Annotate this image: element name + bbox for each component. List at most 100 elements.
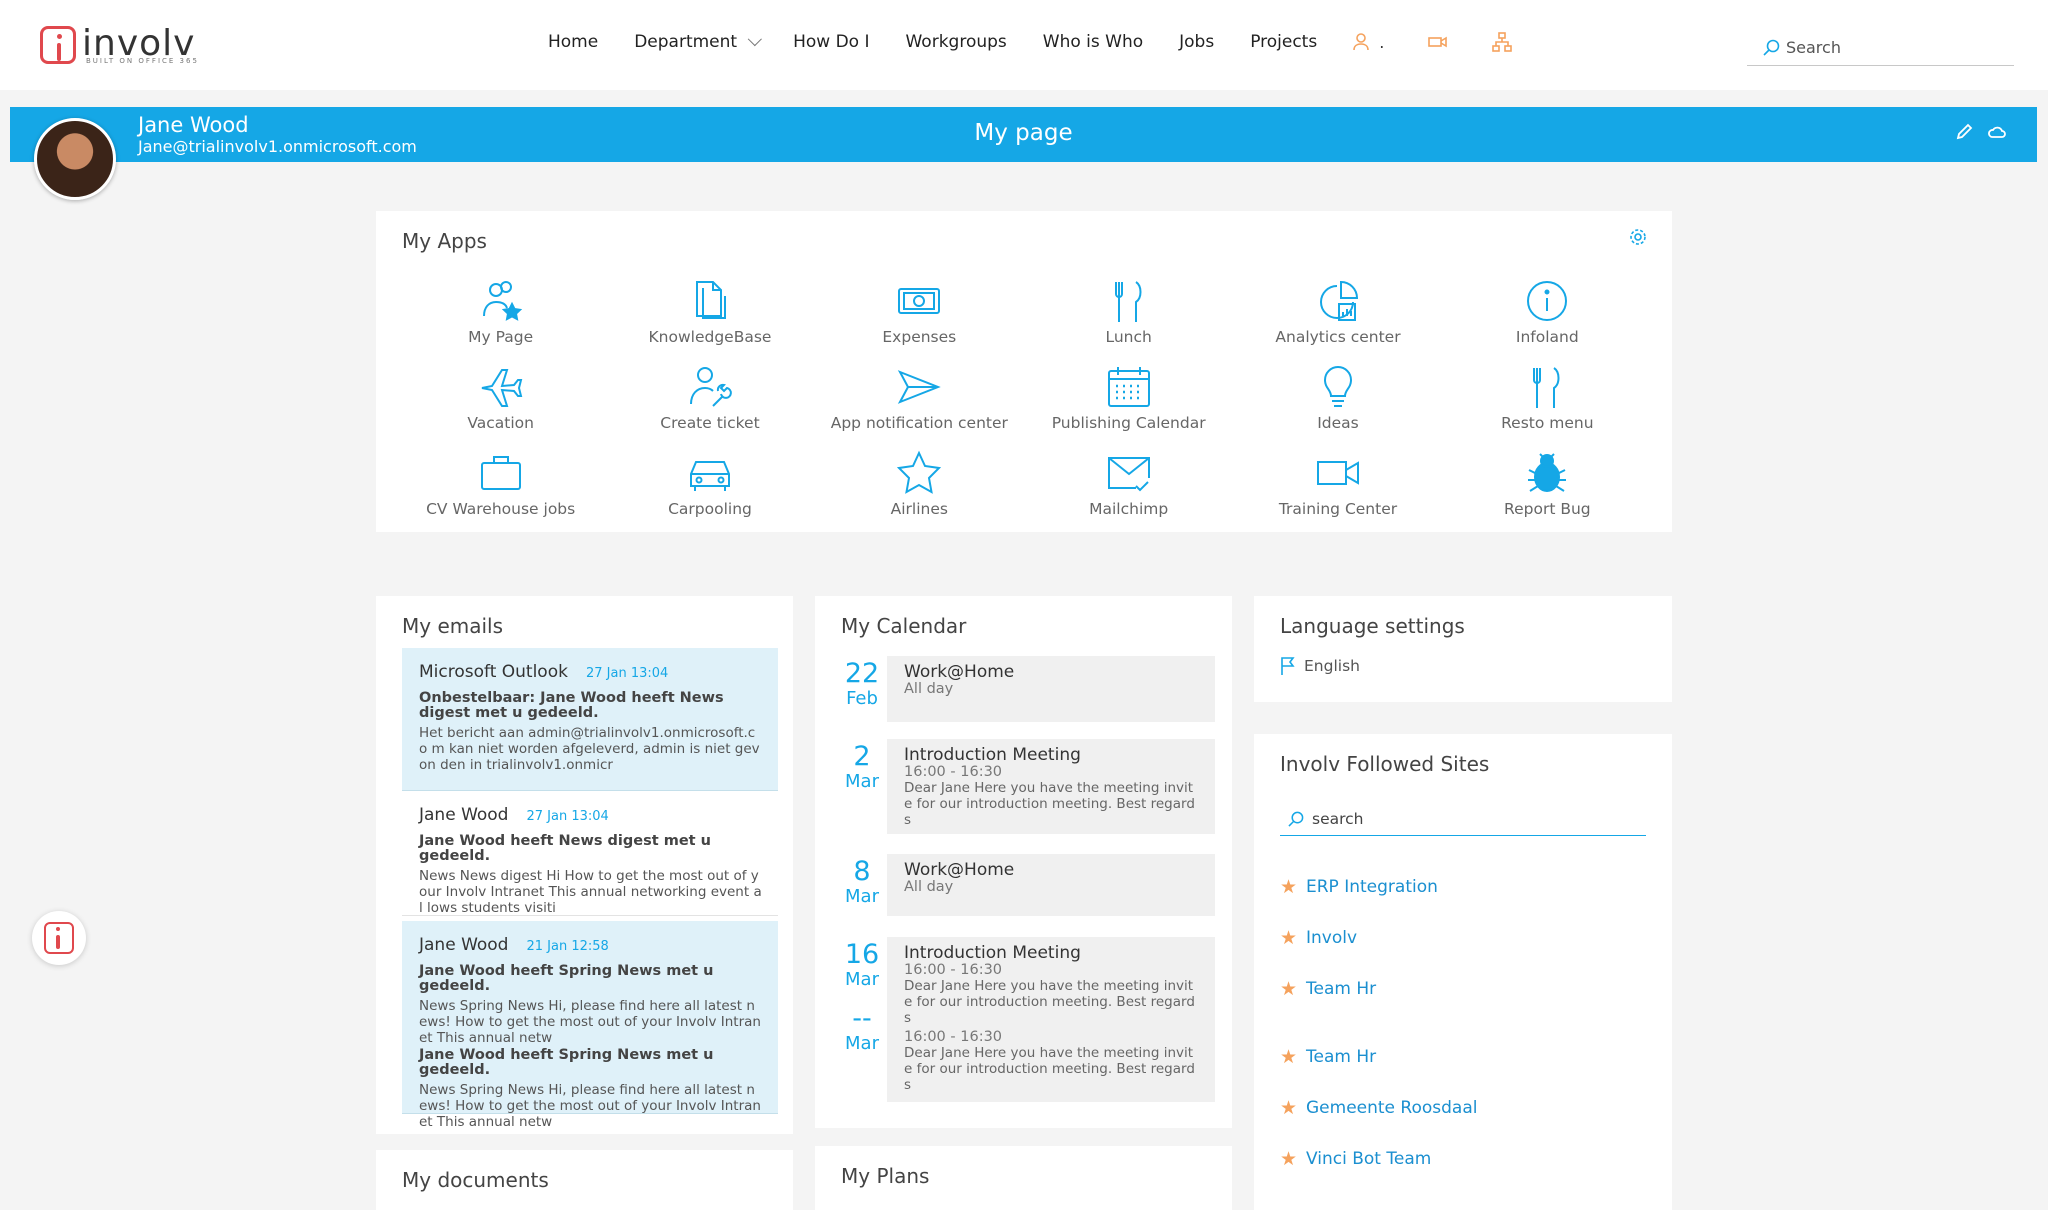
nav-projects[interactable]: Projects [1250,32,1317,52]
money-icon [896,276,942,326]
language-selector[interactable]: English [1280,656,1360,676]
app-vacation[interactable]: Vacation [396,362,605,448]
logo-mark-icon [44,922,74,954]
lightbulb-icon [1315,362,1361,412]
documents-icon [687,276,733,326]
top-navigation: involv BUILT ON OFFICE 365 Home Departme… [0,0,2048,90]
video-icon[interactable] [1428,35,1448,49]
app-knowledgebase[interactable]: KnowledgeBase [605,276,814,362]
star-icon: ★ [1280,1148,1298,1170]
chevron-down-icon [747,32,762,47]
app-create-ticket[interactable]: Create ticket [605,362,814,448]
followed-site-link[interactable]: ★ ERP Integration [1280,876,1438,898]
info-icon [1524,276,1570,326]
analytics-icon [1315,276,1361,326]
nav-jobs[interactable]: Jobs [1179,32,1214,52]
nav-department[interactable]: Department [634,32,762,52]
involv-floating-button[interactable] [32,911,86,965]
mail-check-icon [1106,448,1152,498]
app-mailchimp[interactable]: Mailchimp [1024,448,1233,534]
user-wrench-icon [687,362,733,412]
followed-site-link[interactable]: ★ Vinci Bot Team [1280,1148,1431,1170]
my-plans-card: My Plans [815,1146,1232,1210]
language-settings-title: Language settings [1280,614,1465,638]
calendar-event[interactable]: 8 Mar Work@Home All day [841,854,1215,916]
video-camera-icon [1315,448,1361,498]
app-lunch[interactable]: Lunch [1024,276,1233,362]
edit-pencil-icon[interactable] [1955,123,1973,146]
app-carpooling[interactable]: Carpooling [605,448,814,534]
my-plans-title: My Plans [841,1164,930,1188]
org-chart-icon[interactable] [1492,32,1513,52]
followed-site-link[interactable]: ★ Gemeente Roosdaal [1280,1097,1477,1119]
star-icon: ★ [1280,927,1298,949]
person-icon[interactable]: . [1353,33,1384,52]
calendar-event[interactable]: 16 Mar -- Mar Introduction Meeting 16:00 - … [841,937,1215,1102]
star-icon: ★ [1280,1046,1298,1068]
airplane-icon [478,362,524,412]
apps-grid: My Page KnowledgeBase Expenses Lunch Ana… [396,276,1652,534]
banner-actions [1955,123,2007,146]
email-item[interactable]: Jane Wood 21 Jan 12:58 Jane Wood heeft Sp… [402,921,778,1130]
logo-mark-icon [40,26,76,64]
star-icon: ★ [1280,876,1298,898]
app-training-center[interactable]: Training Center [1233,448,1442,534]
my-documents-card: My documents [376,1150,793,1210]
nav-who-is-who[interactable]: Who is Who [1043,32,1143,52]
followed-sites-title: Involv Followed Sites [1280,752,1490,776]
app-infoland[interactable]: Infoland [1443,276,1652,362]
search-icon [1763,39,1780,56]
fork-knife-icon [1106,276,1152,326]
user-star-icon [478,276,524,326]
nav-workgroups[interactable]: Workgroups [905,32,1006,52]
brand-tagline: BUILT ON OFFICE 365 [86,57,199,65]
search-input[interactable]: Search [1747,30,2014,66]
fork-knife-icon [1524,362,1570,412]
car-icon [687,448,733,498]
app-ideas[interactable]: Ideas [1233,362,1442,448]
flag-icon [1281,657,1295,675]
app-resto-menu[interactable]: Resto menu [1443,362,1652,448]
email-item[interactable]: Jane Wood 27 Jan 13:04 Jane Wood heeft Ne… [402,791,778,916]
my-calendar-title: My Calendar [841,614,967,638]
nav-how-do-i[interactable]: How Do I [793,32,869,52]
email-item[interactable]: Microsoft Outlook 27 Jan 13:04 Onbestelba… [402,648,778,791]
app-publishing-calendar[interactable]: Publishing Calendar [1024,362,1233,448]
briefcase-icon [478,448,524,498]
app-analytics-center[interactable]: Analytics center [1233,276,1442,362]
my-calendar-card: My Calendar 22 Feb Work@Home All day 2 Mar … [815,596,1232,1128]
cloud-icon[interactable] [1987,123,2007,146]
paper-plane-icon [896,362,942,412]
app-airlines[interactable]: Airlines [815,448,1024,534]
followed-site-link[interactable]: ★ Team Hr [1280,978,1376,1000]
nav-home[interactable]: Home [548,32,598,52]
user-banner: Jane Wood Jane@trialinvolv1.onmicrosoft.… [10,107,2037,162]
my-apps-card: My Apps My Page KnowledgeBase Expenses L… [376,211,1672,532]
app-notification-center[interactable]: App notification center [815,362,1024,448]
app-my-page[interactable]: My Page [396,276,605,362]
main-menu: Home Department How Do I Workgroups Who … [548,32,1556,52]
page-title: My page [974,120,1073,146]
gear-icon[interactable] [1628,227,1648,253]
followed-sites-card: Involv Followed Sites search ★ ERP Integr… [1254,734,1672,1210]
star-icon: ★ [1280,1097,1298,1119]
followed-site-link[interactable]: ★ Team Hr [1280,1046,1376,1068]
app-expenses[interactable]: Expenses [815,276,1024,362]
calendar-event[interactable]: 2 Mar Introduction Meeting 16:00 - 16:30 De… [841,739,1215,834]
my-documents-title: My documents [402,1168,549,1192]
involv-logo[interactable]: involv BUILT ON OFFICE 365 [40,26,197,65]
my-emails-title: My emails [402,614,504,638]
app-report-bug[interactable]: Report Bug [1443,448,1652,534]
avatar[interactable] [34,118,116,200]
sites-search-input[interactable]: search [1280,802,1646,836]
followed-site-link[interactable]: ★ Involv [1280,927,1357,949]
app-cv-warehouse-jobs[interactable]: CV Warehouse jobs [396,448,605,534]
search-placeholder: Search [1786,38,1841,57]
calendar-icon [1106,362,1152,412]
language-settings-card: Language settings English [1254,596,1672,702]
star-icon: ★ [1280,978,1298,1000]
star-icon [896,448,942,498]
calendar-event[interactable]: 22 Feb Work@Home All day [841,656,1215,722]
search-icon [1288,811,1304,827]
my-apps-title: My Apps [402,229,487,253]
